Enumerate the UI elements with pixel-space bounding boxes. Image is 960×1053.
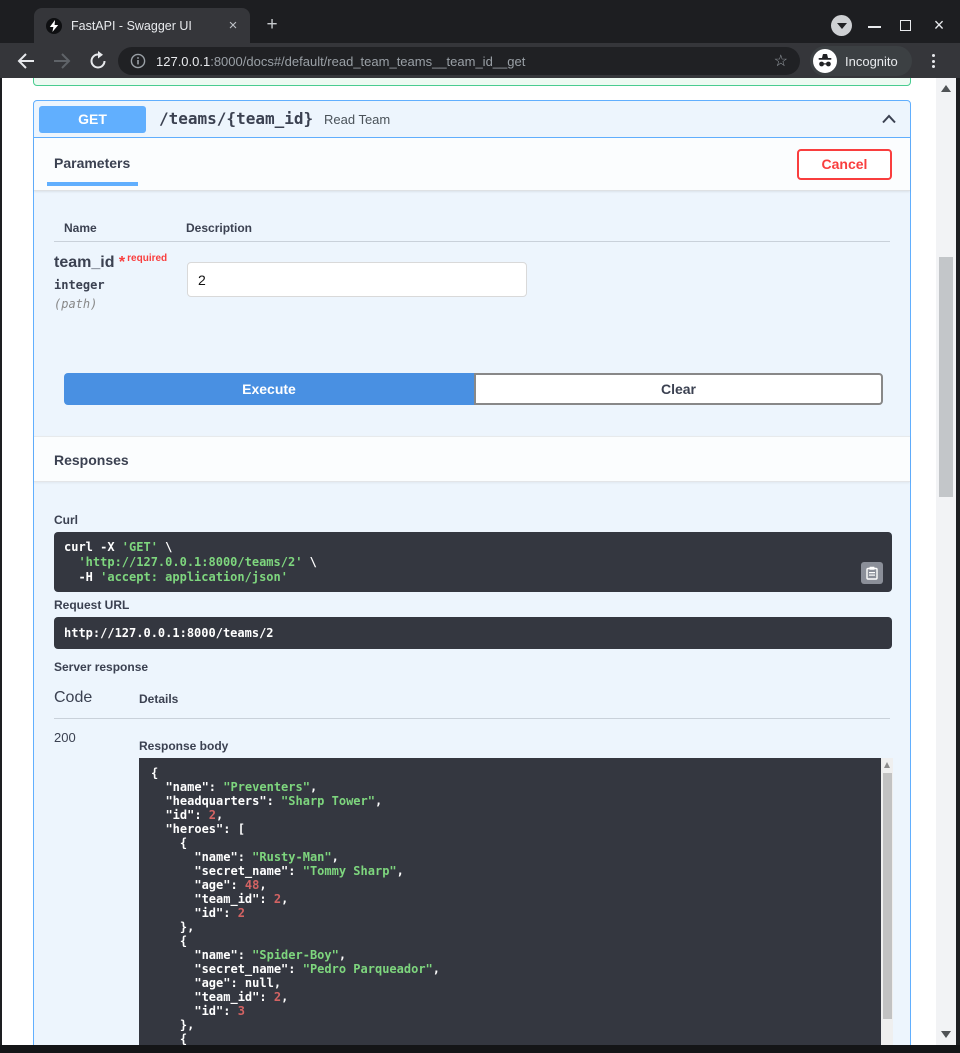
parameter-name: team_id *required xyxy=(54,253,167,272)
response-body-label: Response body xyxy=(139,739,228,753)
tab-search-button[interactable] xyxy=(831,15,852,36)
window-close-button[interactable]: × xyxy=(929,14,949,38)
code-column-header: Code xyxy=(54,689,92,707)
scroll-up-icon[interactable] xyxy=(941,85,951,92)
swagger-page: GET /teams/{team_id} Read Team Parameter… xyxy=(2,78,956,1045)
url-bar[interactable]: 127.0.0.1:8000/docs#/default/read_team_t… xyxy=(118,47,800,75)
page-info-icon[interactable] xyxy=(130,53,146,69)
page-scrollbar[interactable] xyxy=(936,78,956,1045)
parameters-tab-row: Parameters Cancel xyxy=(34,138,910,191)
tab-strip: FastAPI - Swagger UI × + × xyxy=(0,0,960,43)
active-tab-underline xyxy=(47,182,138,186)
responses-title: Responses xyxy=(54,452,129,468)
server-response-label: Server response xyxy=(54,660,148,674)
url-host: 127.0.0.1 xyxy=(156,54,210,69)
previous-endpoint-block[interactable] xyxy=(33,78,911,86)
caret-down-icon xyxy=(837,23,847,29)
forward-icon[interactable] xyxy=(51,50,73,72)
team-id-input[interactable] xyxy=(187,262,527,297)
copy-to-clipboard-button[interactable] xyxy=(861,562,883,584)
get-endpoint-block: GET /teams/{team_id} Read Team Parameter… xyxy=(33,100,911,1045)
table-divider xyxy=(54,241,890,242)
response-body-block: { "name": "Preventers", "headquarters": … xyxy=(139,758,893,1045)
incognito-icon xyxy=(813,49,837,73)
required-label: required xyxy=(127,253,167,264)
incognito-badge: Incognito xyxy=(810,46,912,76)
reload-icon[interactable] xyxy=(87,50,109,72)
window-minimize-button[interactable] xyxy=(868,26,881,28)
scroll-up-icon[interactable] xyxy=(884,762,890,768)
window-edge xyxy=(956,78,960,1053)
status-code: 200 xyxy=(54,730,76,745)
browser-tab[interactable]: FastAPI - Swagger UI × xyxy=(34,8,250,43)
tab-parameters[interactable]: Parameters xyxy=(54,155,130,171)
browser-toolbar: 127.0.0.1:8000/docs#/default/read_team_t… xyxy=(0,43,960,78)
request-url-label: Request URL xyxy=(54,598,129,612)
cancel-button[interactable]: Cancel xyxy=(797,149,892,180)
clear-button[interactable]: Clear xyxy=(474,373,883,405)
endpoint-header[interactable]: GET /teams/{team_id} Read Team xyxy=(34,101,910,138)
fastapi-favicon-icon xyxy=(46,18,62,34)
window-edge xyxy=(0,78,2,1053)
window-maximize-button[interactable] xyxy=(900,20,911,31)
endpoint-path: /teams/{team_id} xyxy=(159,109,313,128)
collapse-chevron-icon[interactable] xyxy=(881,114,897,124)
scroll-down-icon[interactable] xyxy=(941,1031,951,1038)
execute-button[interactable]: Execute xyxy=(64,373,474,405)
endpoint-summary: Read Team xyxy=(324,112,390,127)
curl-command-text: curl -X 'GET' \ 'http://127.0.0.1:8000/t… xyxy=(64,540,882,585)
browser-menu-icon[interactable] xyxy=(926,51,940,71)
curl-label: Curl xyxy=(54,513,78,527)
response-body-json: { "name": "Preventers", "headquarters": … xyxy=(151,766,881,1045)
new-tab-button[interactable]: + xyxy=(260,13,284,37)
back-icon[interactable] xyxy=(15,50,37,72)
page-scrollbar-thumb[interactable] xyxy=(939,257,953,497)
response-scrollbar-thumb[interactable] xyxy=(883,773,892,1019)
tab-title: FastAPI - Swagger UI xyxy=(71,19,224,33)
response-scrollbar[interactable] xyxy=(881,758,893,1045)
required-star: * xyxy=(119,254,125,271)
description-column-header: Description xyxy=(186,221,252,235)
responses-section-header: Responses xyxy=(34,436,910,482)
url-path: :8000/docs#/default/read_team_teams__tea… xyxy=(210,54,525,69)
incognito-label: Incognito xyxy=(845,54,898,69)
request-url-block: http://127.0.0.1:8000/teams/2 xyxy=(54,617,892,649)
bookmark-star-icon[interactable]: ☆ xyxy=(774,51,788,71)
details-column-header: Details xyxy=(139,692,178,706)
curl-command-block: curl -X 'GET' \ 'http://127.0.0.1:8000/t… xyxy=(54,532,892,592)
table-divider xyxy=(54,718,890,719)
url-text[interactable]: 127.0.0.1:8000/docs#/default/read_team_t… xyxy=(156,54,766,69)
tab-close-icon[interactable]: × xyxy=(224,17,242,35)
method-badge: GET xyxy=(39,106,146,133)
parameter-type: integer xyxy=(54,278,105,292)
clipboard-icon xyxy=(866,566,878,580)
window-edge xyxy=(0,1045,960,1053)
name-column-header: Name xyxy=(64,221,97,235)
browser-window: FastAPI - Swagger UI × + × 127.0.0.1:800… xyxy=(0,0,960,1053)
parameter-location: (path) xyxy=(54,297,97,311)
